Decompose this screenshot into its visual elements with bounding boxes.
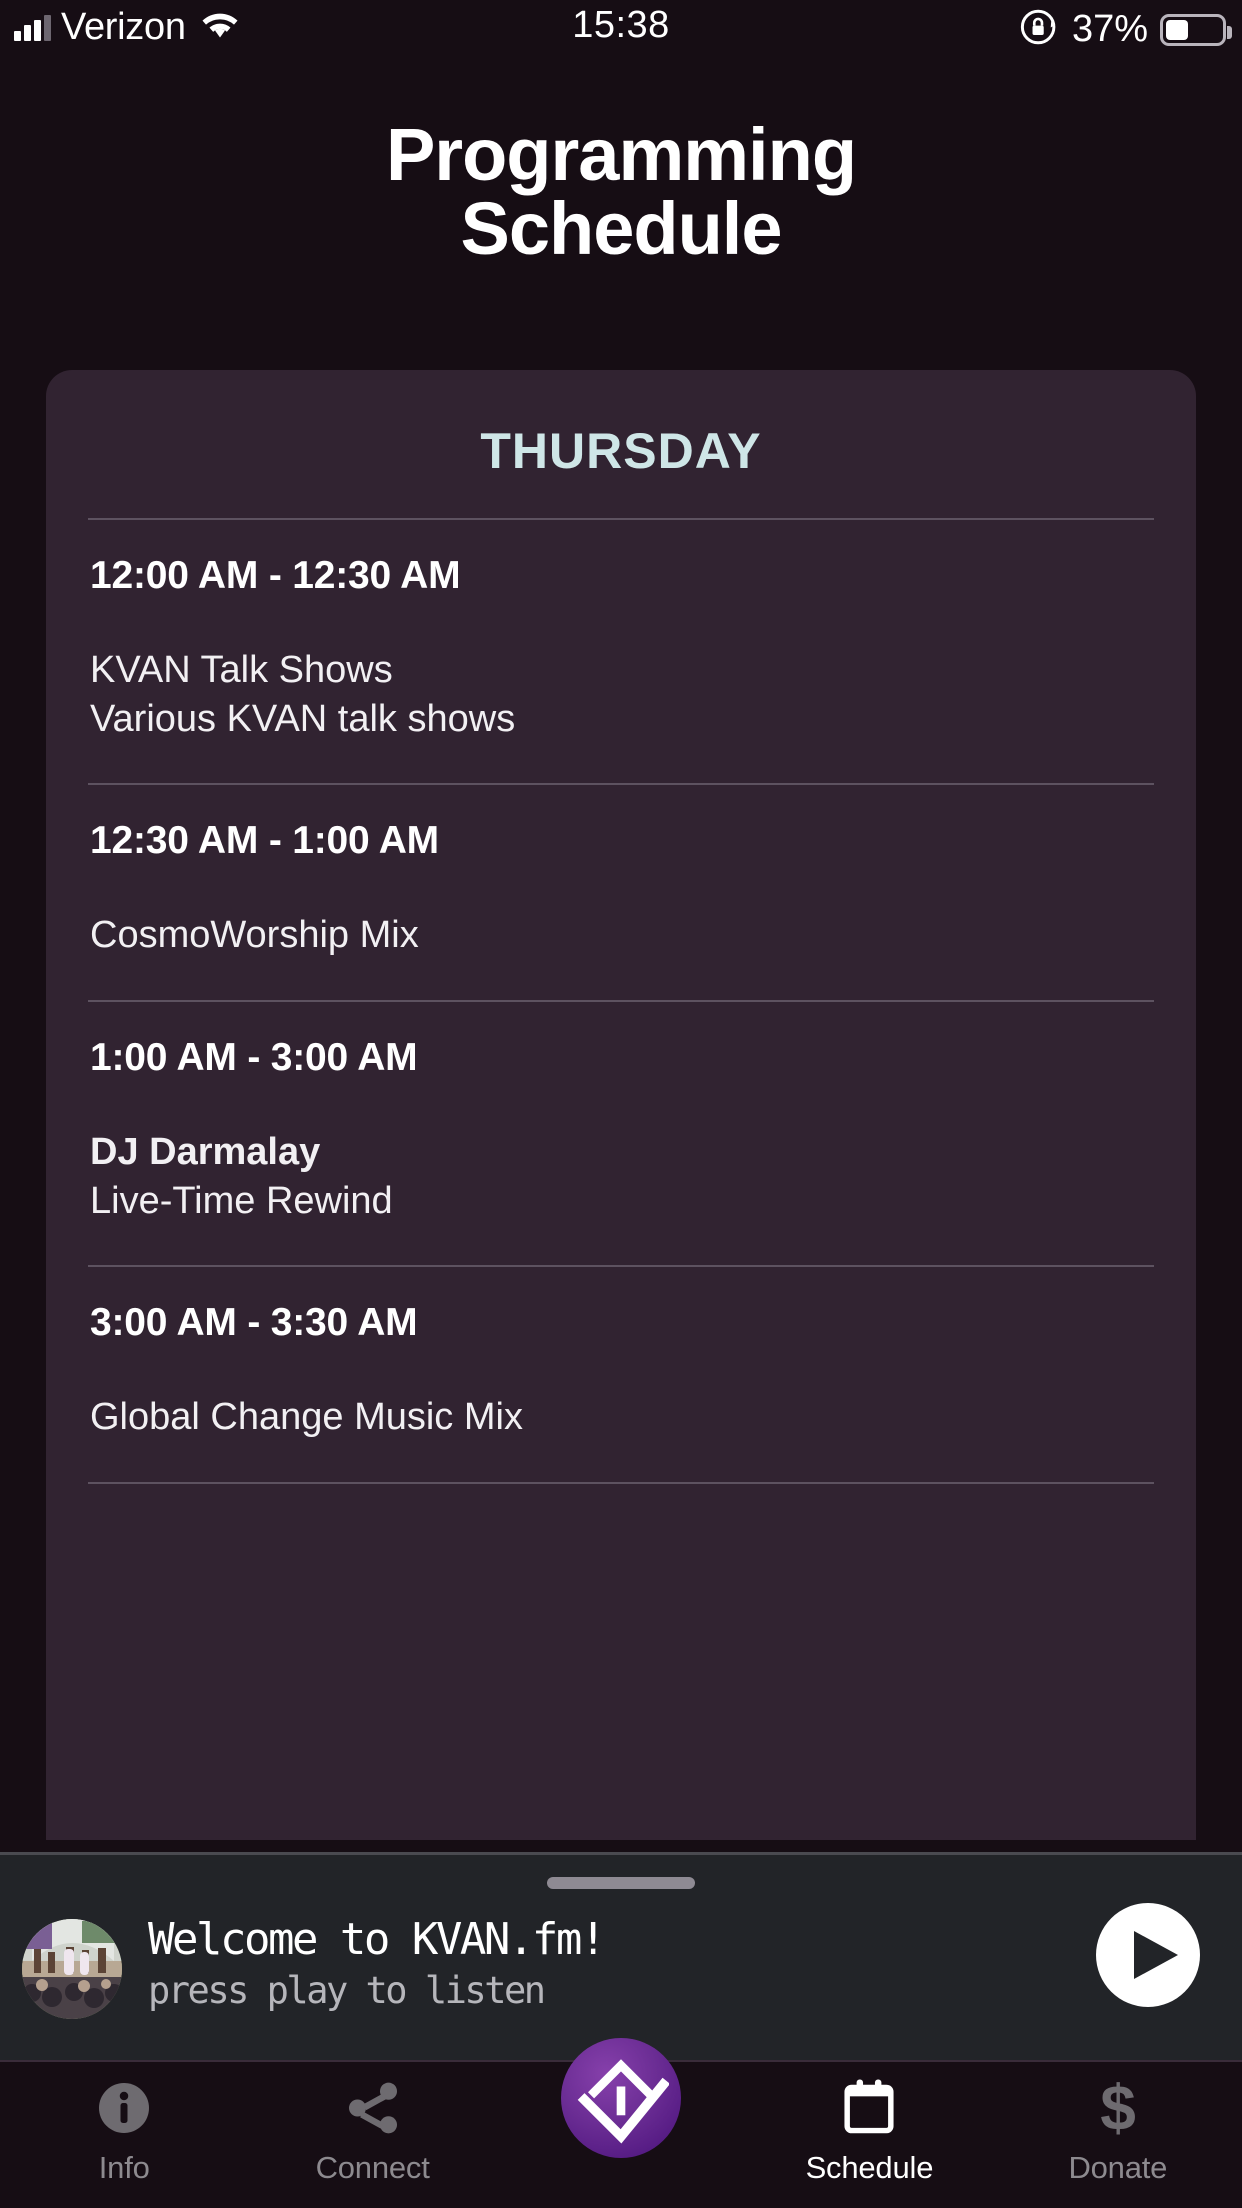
share-icon (342, 2076, 404, 2140)
player-text: Welcome to KVAN.fm! press play to listen (148, 1914, 606, 2013)
page-title-line-2: Schedule (460, 187, 783, 270)
schedule-scroll-area[interactable]: THURSDAY 12:00 AM - 12:30 AM KVAN Talk Sh… (0, 330, 1242, 1840)
slot-content: 12:30 AM - 1:00 AM CosmoWorship Mix (46, 785, 1196, 1000)
slot-host: DJ Darmalay (90, 1130, 321, 1173)
svg-text:$: $ (1100, 2076, 1136, 2140)
tab-label: Info (98, 2150, 150, 2185)
station-artwork (22, 1919, 122, 2019)
battery-icon (1160, 13, 1232, 46)
slot-time: 12:30 AM - 1:00 AM (90, 819, 439, 863)
slot-details: DJ Darmalay Live-Time Rewind (90, 1080, 1152, 1265)
slot-time: 3:00 AM - 3:30 AM (90, 1301, 418, 1345)
schedule-slot[interactable]: 12:00 AM - 12:30 AM KVAN Talk Shows Variou… (46, 518, 1196, 783)
tab-info[interactable]: Info (0, 2062, 248, 2186)
slot-show: Live-Time Rewind (90, 1179, 393, 1222)
slot-content: 1:00 AM - 3:00 AM DJ Darmalay Live-Time Re… (46, 1002, 1196, 1265)
schedule-slot[interactable]: 12:30 AM - 1:00 AM CosmoWorship Mix (46, 783, 1196, 1000)
page-title: Programming Schedule (0, 118, 1242, 266)
schedule-slot[interactable]: 3:00 AM - 3:30 AM Global Change Music Mix (46, 1265, 1196, 1482)
slot-details: CosmoWorship Mix (90, 863, 1152, 1000)
tab-schedule[interactable]: Schedule (745, 2062, 993, 2186)
slot-content: 3:00 AM - 3:30 AM Global Change Music Mix (46, 1267, 1196, 1482)
slot-show: CosmoWorship Mix (90, 914, 419, 957)
battery-percent-label: 37% (1071, 8, 1148, 50)
app-screen: Verizon 15:38 37% Programming Schedule T… (0, 0, 1242, 2208)
slot-divider (88, 1481, 1154, 1484)
tab-label: Connect (315, 2150, 430, 2185)
dollar-icon: $ (1094, 2076, 1142, 2140)
day-heading: THURSDAY (480, 423, 762, 479)
status-bar: Verizon 15:38 37% (0, 0, 1242, 62)
slot-show: Various KVAN talk shows (90, 697, 516, 740)
schedule-slot-list: 12:00 AM - 12:30 AM KVAN Talk Shows Variou… (46, 518, 1196, 1484)
drag-handle-icon[interactable] (547, 1877, 695, 1889)
slot-details: KVAN Talk Shows Various KVAN talk shows (90, 598, 1152, 783)
bottom-tab-bar: Info Connect Schedule $ Donate (0, 2038, 1242, 2208)
tab-label: Schedule (805, 2150, 934, 2185)
tab-home[interactable] (497, 2038, 745, 2158)
player-subtitle: press play to listen (148, 1969, 546, 2013)
status-bar-right: 37% (1018, 6, 1232, 53)
play-button[interactable] (1096, 1903, 1200, 2007)
tab-connect[interactable]: Connect (248, 2062, 496, 2186)
player-title: Welcome to KVAN.fm! (148, 1914, 606, 1965)
slot-show: Global Change Music Mix (90, 1396, 523, 1439)
schedule-slot[interactable]: 1:00 AM - 3:00 AM DJ Darmalay Live-Time Re… (46, 999, 1196, 1265)
slot-time: 12:00 AM - 12:30 AM (90, 554, 461, 597)
tab-donate[interactable]: $ Donate (994, 2062, 1242, 2186)
info-icon (94, 2076, 154, 2140)
slot-content: 12:00 AM - 12:30 AM KVAN Talk Shows Variou… (46, 520, 1196, 783)
calendar-icon (839, 2076, 899, 2140)
slot-details: Global Change Music Mix (90, 1345, 1152, 1482)
tab-label: Donate (1068, 2150, 1168, 2185)
slot-host: KVAN Talk Shows (90, 649, 393, 691)
play-icon (1134, 1931, 1178, 1979)
rotation-lock-icon (1018, 6, 1060, 53)
schedule-card: THURSDAY 12:00 AM - 12:30 AM KVAN Talk Sh… (46, 370, 1196, 1840)
kvan-logo-icon[interactable] (561, 2038, 682, 2158)
page-title-line-1: Programming (385, 113, 857, 196)
slot-time: 1:00 AM - 3:00 AM (90, 1035, 418, 1079)
mini-player[interactable]: Welcome to KVAN.fm! press play to listen (0, 1852, 1242, 2060)
